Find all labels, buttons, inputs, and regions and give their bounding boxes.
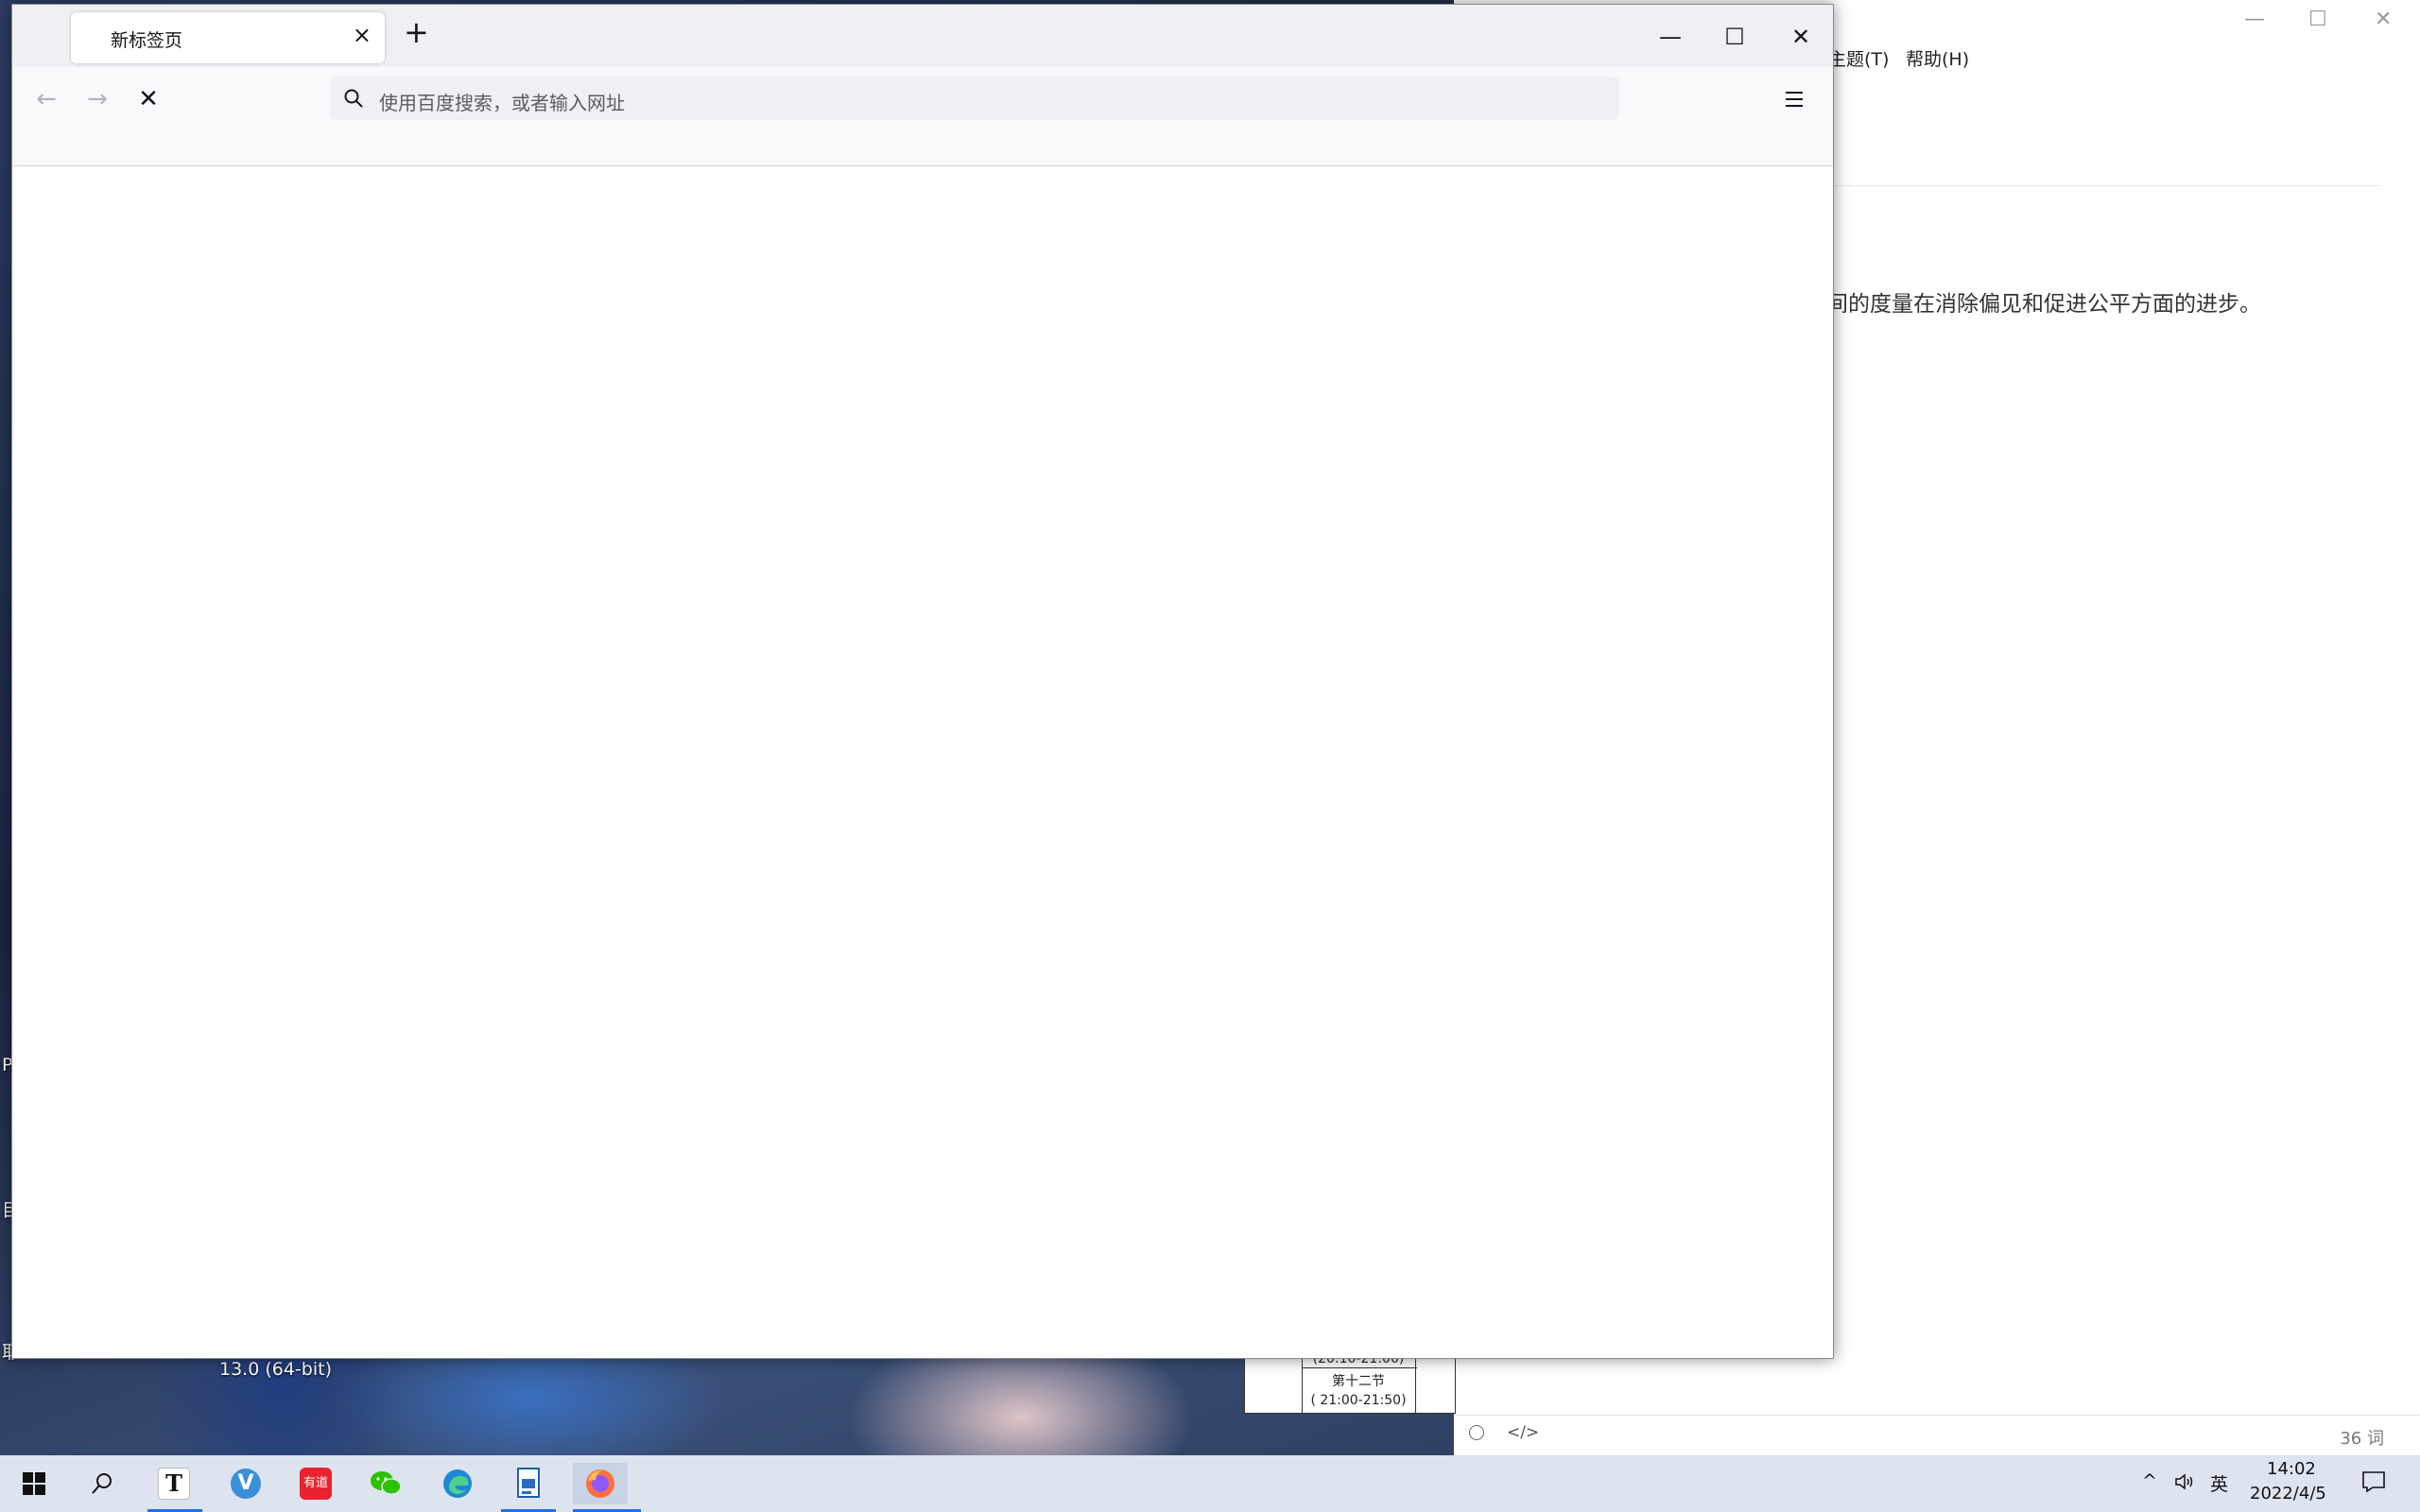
volume-icon[interactable] <box>2174 1472 2195 1496</box>
taskbar: T V 有道 ^ 英 14:02 2022/4/5 <box>0 1455 2420 1512</box>
close-window-button[interactable]: ✕ <box>1782 18 1820 56</box>
minimize-button[interactable]: — <box>1651 18 1689 56</box>
stop-loading-button[interactable]: ✕ <box>130 80 167 118</box>
search-icon <box>344 89 363 108</box>
tab-title: 新标签页 <box>111 30 183 51</box>
tab-close-button[interactable]: × <box>353 22 372 48</box>
status-circle-icon[interactable] <box>1469 1425 1484 1440</box>
maximize-button[interactable]: ☐ <box>1716 18 1754 56</box>
schedule-period: 第十二节 <box>1332 1374 1385 1389</box>
page-content[interactable] <box>12 166 1833 1358</box>
tab-bar: 新标签页 × + — ☐ ✕ <box>12 5 1833 67</box>
editor-menu-theme[interactable]: 主题(T) <box>1828 45 1889 71</box>
word-count: 36 词 <box>2340 1429 2384 1449</box>
search-icon[interactable] <box>81 1463 123 1504</box>
clock-date[interactable]: 2022/4/5 <box>2250 1484 2326 1503</box>
notification-icon[interactable] <box>2361 1470 2386 1498</box>
schedule-table-fragment: (20:10-21:00) 第十二节 ( 21:00-21:50) <box>1244 1351 1456 1414</box>
editor-maximize-button[interactable]: ☐ <box>2308 8 2327 31</box>
forward-button[interactable]: → <box>78 80 116 118</box>
editor-statusbar: </> 36 词 <box>1454 1415 2420 1455</box>
wechat-app-icon[interactable] <box>365 1463 406 1504</box>
desktop-version-text: 13.0 (64-bit) <box>219 1359 332 1380</box>
schedule-time: ( 21:00-21:50) <box>1310 1393 1407 1408</box>
firefox-app-icon[interactable] <box>573 1463 628 1504</box>
tab-new-tab[interactable]: 新标签页 × <box>71 12 385 63</box>
edge-app-icon[interactable] <box>437 1463 478 1504</box>
hamburger-menu-icon[interactable] <box>1776 80 1814 118</box>
typora-app-icon[interactable]: T <box>153 1463 195 1504</box>
address-bar[interactable]: 使用百度搜索，或者输入网址 <box>330 77 1619 120</box>
file-app-icon[interactable] <box>509 1463 550 1504</box>
back-button[interactable]: ← <box>27 80 65 118</box>
vpn-app-icon[interactable]: V <box>225 1463 267 1504</box>
editor-menu-help[interactable]: 帮助(H) <box>1906 45 1969 71</box>
clock-time[interactable]: 14:02 <box>2267 1459 2316 1479</box>
navigation-toolbar: ← → ✕ 使用百度搜索，或者输入网址 <box>12 67 1833 166</box>
youdao-app-icon[interactable]: 有道 <box>295 1463 337 1504</box>
ime-indicator[interactable]: 英 <box>2210 1470 2228 1496</box>
new-tab-button[interactable]: + <box>404 17 429 47</box>
show-hidden-icons-chevron-icon[interactable]: ^ <box>2142 1470 2157 1491</box>
address-bar-placeholder: 使用百度搜索，或者输入网址 <box>379 92 625 114</box>
browser-window: 新标签页 × + — ☐ ✕ ← → ✕ 使用百度搜索，或者输入网址 <box>11 4 1834 1359</box>
start-button[interactable] <box>13 1463 55 1504</box>
editor-paragraph[interactable]: 间的度量在消除偏见和促进公平方面的进步。 <box>1826 285 2261 318</box>
editor-minimize-button[interactable]: — <box>2244 8 2265 31</box>
source-code-icon[interactable]: </> <box>1507 1423 1539 1442</box>
editor-close-button[interactable]: ✕ <box>2375 8 2392 31</box>
